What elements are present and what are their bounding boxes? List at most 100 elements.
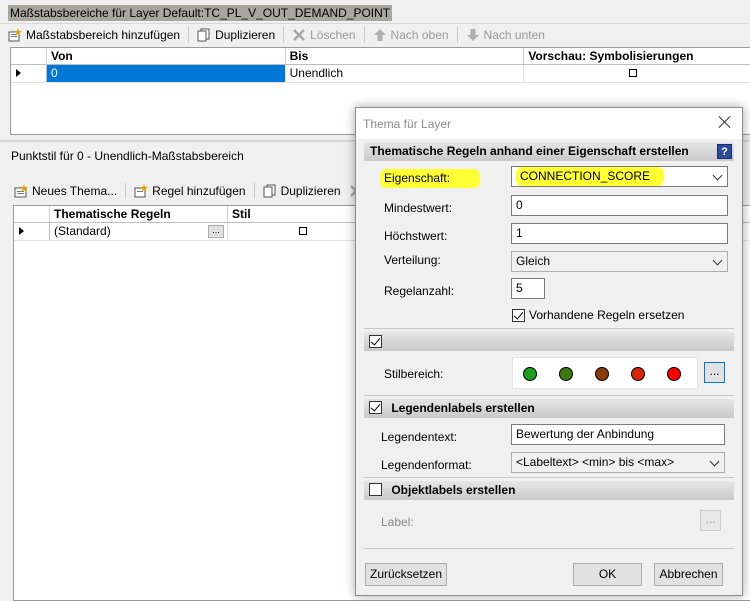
add-scale-range-button[interactable]: Maßstabsbereich hinzufügen: [4, 25, 184, 45]
current-row-arrow-icon: [19, 227, 24, 235]
min-value-label: Mindestwert:: [384, 201, 453, 215]
row-header-corner: [14, 206, 50, 222]
add-rule-label: Regel hinzufügen: [152, 184, 246, 198]
theme-toolbar: Neues Thema... Regel hinzufügen Duplizie…: [10, 180, 371, 202]
replace-rules-label: Vorhandene Regeln ersetzen: [529, 308, 685, 322]
label-more-button[interactable]: ...: [700, 510, 721, 531]
object-labels-checkbox[interactable]: [369, 483, 382, 496]
delete-x-icon: [292, 28, 306, 42]
move-down-label: Nach unten: [483, 28, 545, 42]
cell-to[interactable]: Unendlich: [286, 65, 525, 82]
duplicate-range-button[interactable]: Duplizieren: [193, 25, 279, 45]
new-theme-button[interactable]: Neues Thema...: [10, 181, 121, 201]
divider: [364, 548, 734, 549]
toolbar-separator: [363, 27, 365, 43]
range-window-title: Maßstabsbereiche für Layer Default:TC_PL…: [8, 5, 393, 21]
column-preview: Vorschau: Symbolisierungen: [528, 49, 694, 63]
toolbar-separator: [188, 27, 190, 43]
property-value: CONNECTION_SCORE: [516, 167, 665, 186]
chevron-down-icon: [709, 456, 720, 467]
duplicate-rule-button[interactable]: Duplizieren: [259, 181, 345, 201]
swatch-dot: [667, 367, 681, 381]
row-header-corner: [11, 48, 47, 64]
property-label-highlight: Eigenschaft:: [380, 169, 481, 188]
column-to: Bis: [286, 48, 525, 64]
property-select[interactable]: CONNECTION_SCORE: [511, 166, 728, 187]
row-selector[interactable]: [11, 65, 47, 82]
delete-range-button[interactable]: Löschen: [288, 25, 359, 45]
property-label: Eigenschaft:: [380, 169, 481, 188]
help-icon[interactable]: ?: [717, 144, 732, 159]
cell-from[interactable]: 0: [46, 65, 286, 82]
swatch-dot: [523, 367, 537, 381]
swatch-dot: [559, 367, 573, 381]
current-row-arrow-icon: [16, 69, 21, 77]
legend-section: Legendenlabels erstellen: [364, 399, 734, 418]
divider: [364, 477, 734, 478]
max-value-input[interactable]: 1: [511, 223, 728, 244]
rule-count-label: Regelanzahl:: [384, 284, 455, 298]
scale-range-header: Von Bis Vorschau: Symbolisierungen: [11, 48, 750, 65]
replace-rules-option[interactable]: Vorhandene Regeln ersetzen: [512, 308, 684, 322]
legend-text-input[interactable]: Bewertung der Anbindung: [511, 424, 725, 445]
dialog-title: Thema für Layer: [363, 117, 452, 131]
table-row[interactable]: 0 Unendlich: [11, 65, 750, 83]
object-labels-section: Objektlabels erstellen: [364, 481, 734, 500]
chevron-down-icon: [712, 255, 723, 266]
theme-dialog: Thema für Layer Thematische Regeln anhan…: [355, 107, 743, 596]
thematic-rules-section: Thematische Regeln anhand einer Eigensch…: [364, 142, 734, 161]
divider: [364, 328, 734, 329]
label-field-label: Label:: [381, 515, 414, 529]
point-style-label: Punktstil für 0 - Unendlich-Maßstabsbere…: [11, 149, 244, 163]
add-rule-button[interactable]: Regel hinzufügen: [130, 181, 249, 201]
rule-count-input[interactable]: 5: [511, 278, 545, 299]
move-down-button[interactable]: Nach unten: [462, 25, 549, 45]
reset-button[interactable]: Zurücksetzen: [365, 563, 447, 586]
distribution-select[interactable]: Gleich: [511, 251, 728, 272]
section-title: Thematische Regeln anhand einer Eigensch…: [370, 144, 689, 158]
move-up-label: Nach oben: [390, 28, 449, 42]
add-rule-icon: [134, 184, 149, 198]
delete-range-label: Löschen: [310, 28, 356, 42]
style-range-preview: [512, 357, 698, 389]
cell-preview[interactable]: [524, 65, 750, 82]
move-up-button[interactable]: Nach oben: [369, 25, 453, 45]
column-from: Von: [47, 48, 286, 64]
cancel-button[interactable]: Abbrechen: [654, 563, 723, 586]
style-section: [364, 332, 734, 351]
arrow-up-icon: [373, 28, 387, 42]
arrow-down-icon: [466, 28, 480, 42]
rule-more-button[interactable]: ...: [208, 225, 224, 238]
ok-button[interactable]: OK: [573, 563, 642, 586]
style-preview-icon: [298, 227, 307, 235]
toolbar-separator: [253, 183, 255, 199]
symbol-preview-icon: [629, 69, 638, 77]
duplicate-rule-label: Duplizieren: [280, 184, 341, 198]
section-title: Objektlabels erstellen: [391, 483, 516, 497]
duplicate-icon: [197, 28, 211, 42]
new-theme-icon: [14, 184, 28, 198]
close-icon[interactable]: [718, 115, 732, 129]
divider: [364, 395, 734, 396]
rule-name: (Standard): [54, 224, 111, 238]
style-range-more-button[interactable]: ...: [704, 362, 725, 383]
chevron-down-icon: [712, 170, 723, 181]
legend-format-value: <Labeltext> <min> bis <max>: [516, 455, 675, 469]
swatch-dot: [631, 367, 645, 381]
add-range-icon: [8, 28, 22, 42]
min-value-input[interactable]: 0: [511, 195, 728, 216]
legend-format-label: Legendenformat:: [381, 458, 472, 472]
legend-section-checkbox[interactable]: [369, 401, 382, 414]
toolbar-separator: [456, 27, 458, 43]
duplicate-range-label: Duplizieren: [215, 28, 276, 42]
duplicate-icon: [263, 184, 277, 198]
dialog-titlebar: Thema für Layer: [356, 108, 742, 139]
row-selector[interactable]: [14, 223, 50, 240]
add-scale-range-label: Maßstabsbereich hinzufügen: [26, 28, 181, 42]
legend-format-select[interactable]: <Labeltext> <min> bis <max>: [511, 452, 725, 473]
style-section-checkbox[interactable]: [369, 335, 382, 348]
replace-rules-checkbox[interactable]: [512, 308, 525, 322]
section-title: Legendenlabels erstellen: [391, 401, 535, 415]
style-range-label: Stilbereich:: [384, 367, 444, 381]
cell-rule[interactable]: (Standard) ...: [50, 223, 228, 240]
